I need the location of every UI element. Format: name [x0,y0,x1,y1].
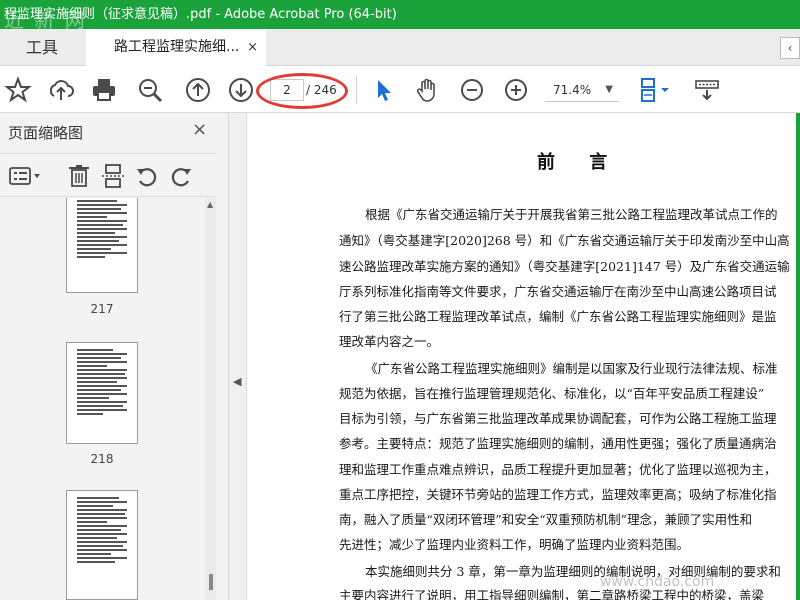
main-toolbar: 2 / 246 71.4% ▼ [0,66,800,113]
panel-collapse-strip[interactable]: ◀ [229,113,247,600]
document-line: 规范为依据，旨在推行监理管理规范化、标准化，以“百年平安品质工程建设” [339,386,765,401]
panel-toolbar [0,153,216,197]
print-icon[interactable] [90,76,118,104]
thumbnail-scrollbar[interactable] [205,198,216,600]
document-line: 通知》（粤交基建字[2020]268 号）和《广东省交通运输厅关于印发南沙至中山… [339,233,790,248]
previous-page-icon[interactable] [184,76,212,104]
zoom-out-icon[interactable] [136,76,164,104]
tab-document[interactable]: 路工程监理实施细... × [86,29,266,66]
document-line: 根据《广东省交通运输厅关于开展我省第三批公路工程监理改革试点工作的 [365,207,778,222]
document-line: 目标为引领，与广东省第三批监理改革成果协调配套，可作为公路工程施工监理 [339,411,777,426]
scroll-up-icon[interactable]: ▲ [207,200,213,209]
watermark-bottom-right: www.chdao.com [600,574,715,590]
page-number-input[interactable]: 2 [270,79,304,101]
document-line: 理和监理工作重点难点辨识，品质工程提升更加显著；优化了监理以巡视为主， [339,462,777,477]
scrollbar-thumb[interactable] [209,574,213,590]
page-thumbnail[interactable] [66,342,138,444]
acrobat-window: 程监理实施细则（征求意见稿）.pdf - Adobe Acrobat Pro (… [0,0,800,600]
thumbnail-page-label: 217 [90,302,114,316]
page-thumbnails-panel: 页面缩略图 × 217 218 ▲ [0,113,229,600]
hand-tool-icon[interactable] [414,76,442,104]
zoom-level-dropdown[interactable]: 71.4% ▼ [545,78,619,102]
next-page-icon[interactable] [227,76,255,104]
keyboard-read-icon[interactable] [693,76,723,104]
document-line: 厅系列标准化指南等文件要求，广东省交通运输厅在南沙至中山高速公路项目试 [339,284,777,299]
chevron-down-icon: ▼ [605,84,613,95]
window-border [796,113,800,600]
document-line: 理改革内容之一。 [339,334,440,349]
thumbnail-options-icon[interactable] [8,163,44,189]
title-bar: 程监理实施细则（征求意见稿）.pdf - Adobe Acrobat Pro (… [0,0,800,29]
document-view[interactable]: 前 言 根据《广东省交通运输厅关于开展我省第三批公路工程监理改革试点工作的 通知… [247,113,800,600]
trash-icon[interactable] [66,163,92,189]
thumbnail-list: 217 218 ▲ [0,198,216,600]
collapse-left-icon[interactable]: ◀ [233,375,241,388]
tab-tools[interactable]: 工具 [0,29,84,66]
document-line: 速公路监理改革实施方案的通知》（粤交基建字[2021]147 号）及广东省交通运… [339,259,790,274]
toolbar-divider [356,76,357,104]
tab-document-label: 路工程监理实施细... [114,39,240,55]
document-line: 南，融入了质量“双闭环管理”和安全“双重预防机制”理念，兼顾了实用性和 [339,512,753,527]
select-cursor-icon[interactable] [370,76,398,104]
rotate-clockwise-icon[interactable] [168,163,194,189]
tab-close-icon[interactable]: × [247,29,258,66]
page-thumbnail[interactable] [66,198,138,293]
page-total-label: / 246 [306,83,337,97]
page-fit-icon[interactable] [636,76,674,104]
extract-pages-icon[interactable] [100,163,126,189]
zoom-plus-icon[interactable] [502,76,530,104]
tab-scroll-button[interactable]: ‹ [780,37,800,59]
cloud-upload-icon[interactable] [47,76,75,104]
page-thumbnail[interactable] [66,490,138,600]
document-line: 行了第三批公路工程监理改革试点，编制《广东省公路工程监理实施细则》是监 [339,309,777,324]
zoom-minus-icon[interactable] [458,76,486,104]
document-line: 参考。主要特点：规范了监理实施细则的编制，通用性更强；强化了质量通病治 [339,436,777,451]
zoom-level-value: 71.4% [553,83,592,97]
star-icon[interactable] [4,76,32,104]
document-heading: 前 言 [537,152,622,173]
thumbnail-page-label: 218 [90,452,114,466]
document-line: 本实施细则共分 3 章，第一章为监理细则的编制说明，对细则编制的要求和 [365,564,781,579]
document-line: 重点工序把控，关键环节旁站的监理工作方式，监理效率更高；吸纳了标准化指 [339,487,777,502]
rotate-counterclockwise-icon[interactable] [134,163,160,189]
document-line: 《广东省公路工程监理实施细则》编制是以国家及行业现行法律法规、标准 [365,361,778,376]
document-line: 先进性；减少了监理内业资料工作，明确了监理内业资料范围。 [339,537,690,552]
panel-title: 页面缩略图 [8,124,84,142]
panel-close-icon[interactable]: × [192,119,207,140]
tab-row: 工具 路工程监理实施细... × ‹ [0,29,800,66]
